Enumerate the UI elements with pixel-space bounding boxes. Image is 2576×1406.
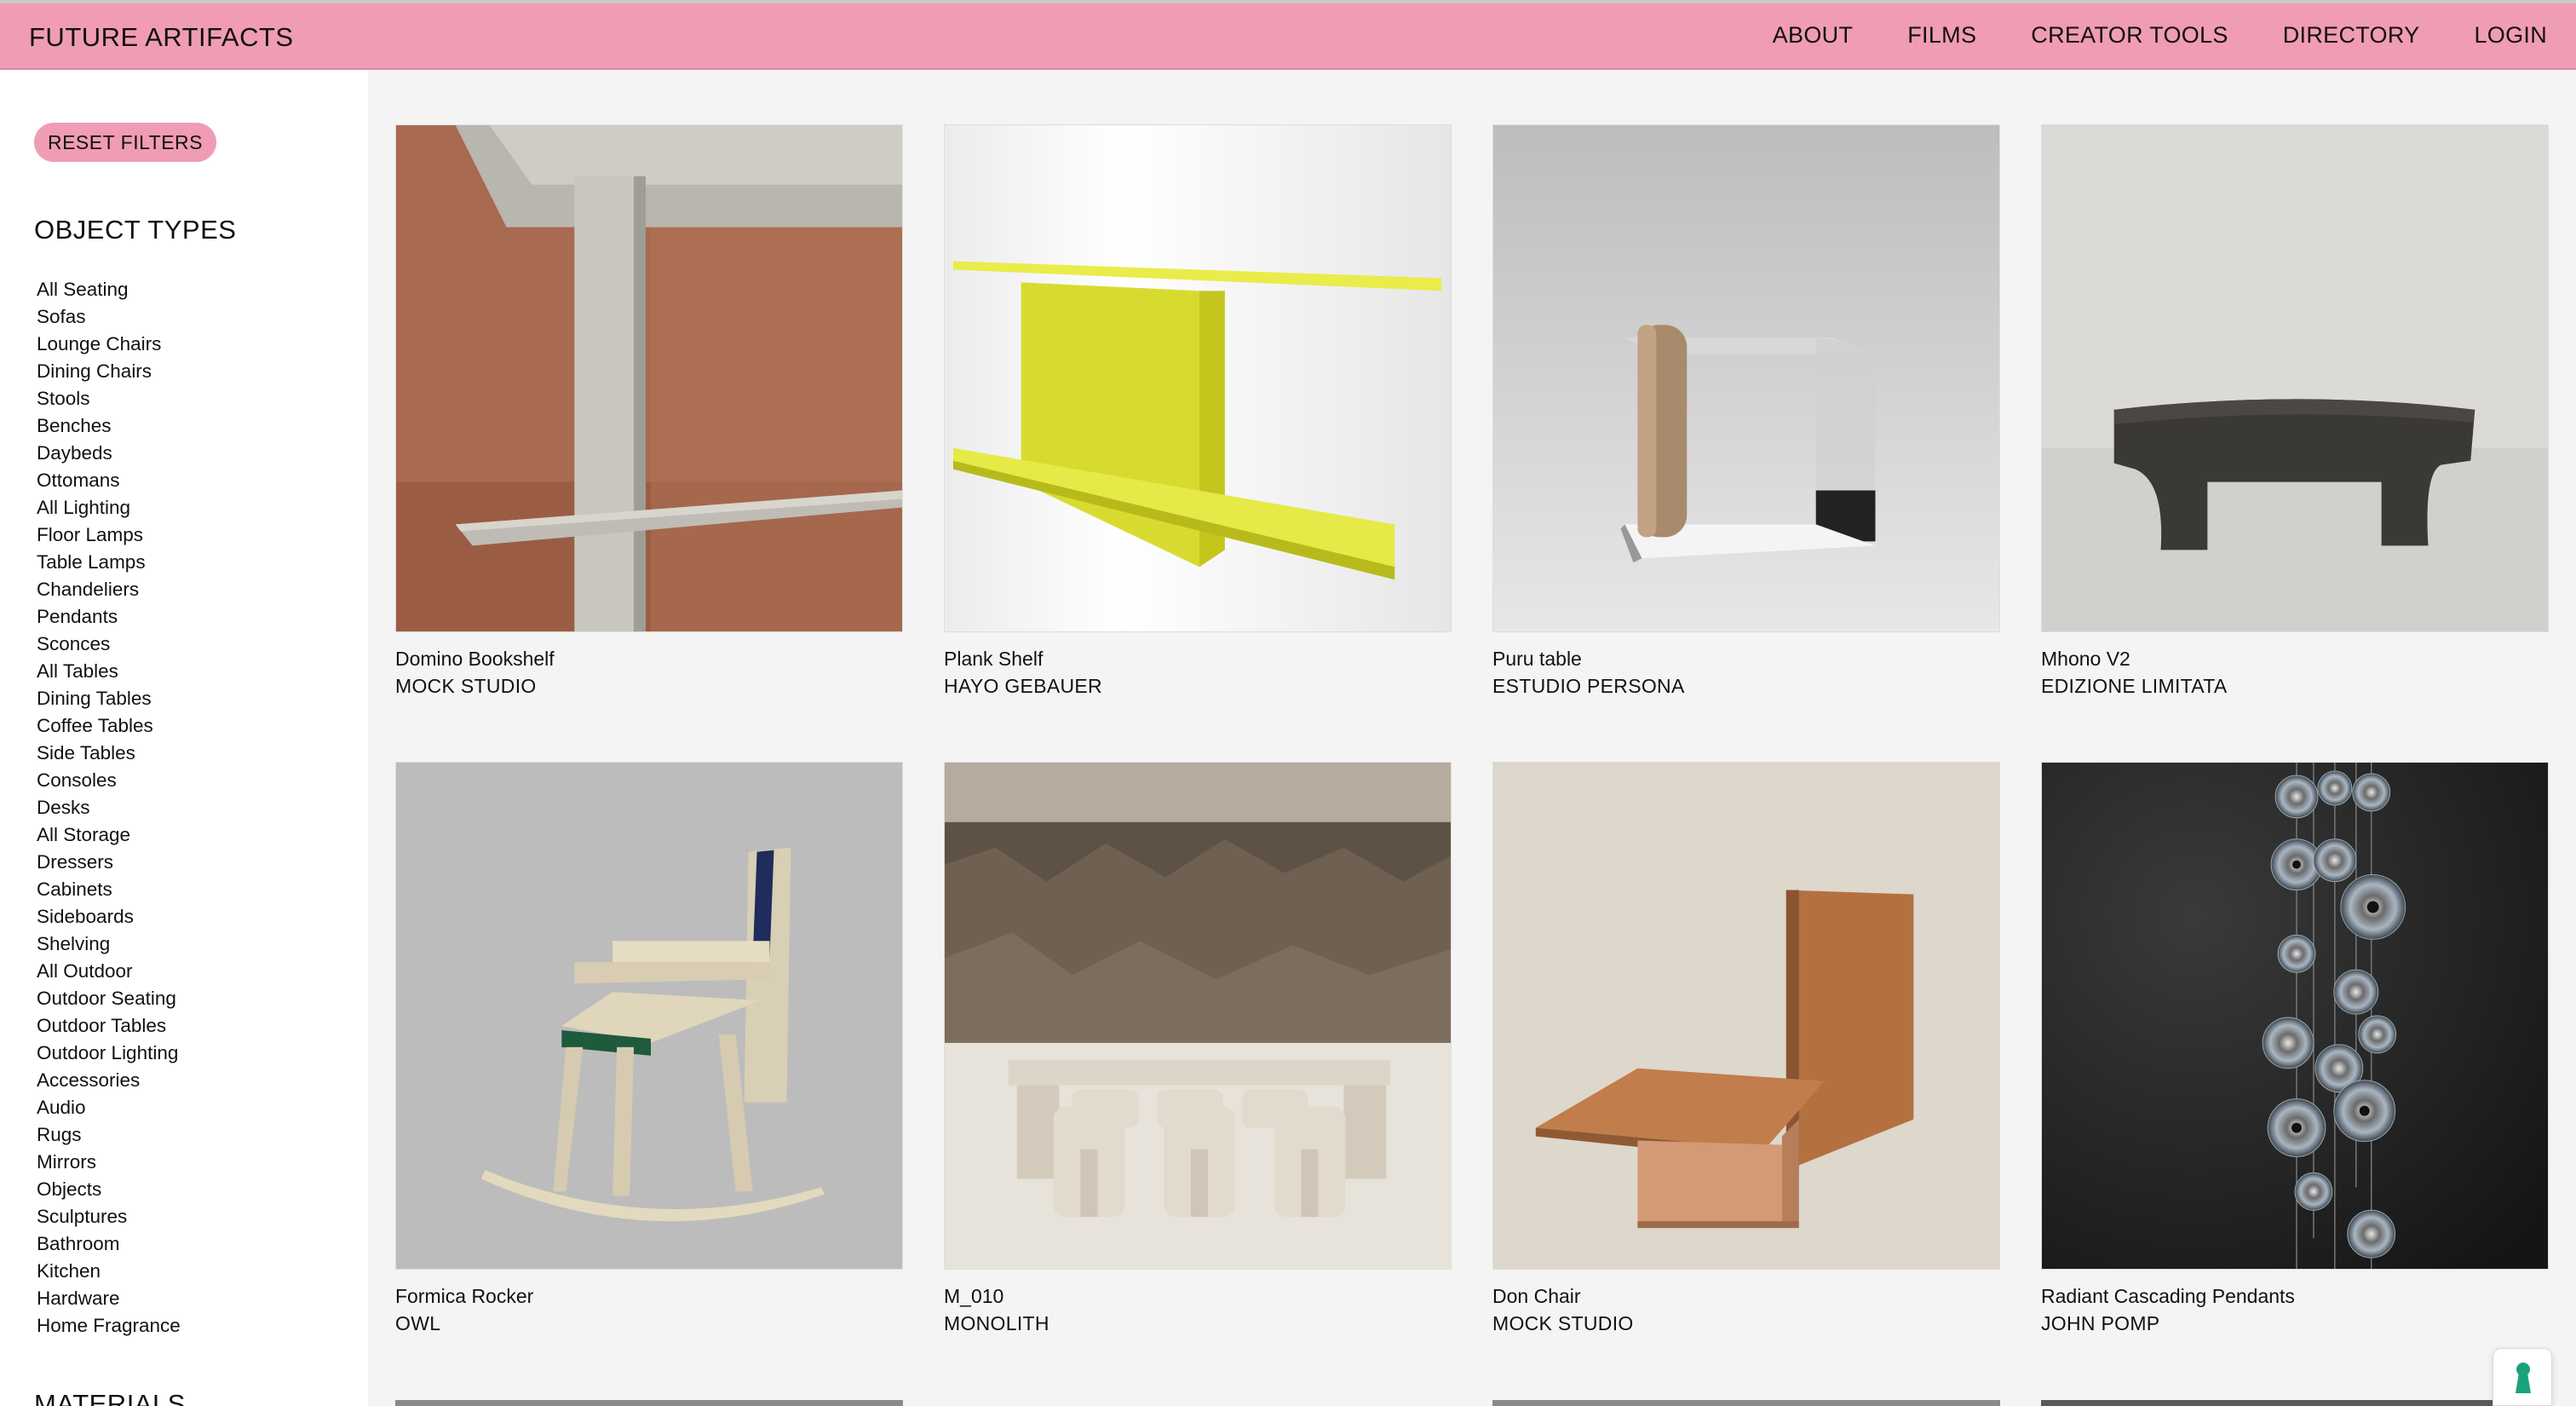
product-card[interactable]: Plank Shelf HAYO GEBAUER — [944, 124, 1452, 700]
page: FUTURE ARTIFACTS ABOUT FILMS CREATOR TOO… — [0, 0, 2576, 1406]
object-type-item[interactable]: Home Fragrance — [37, 1312, 181, 1340]
product-title[interactable]: Mhono V2 — [2041, 645, 2549, 672]
dark-wood-bench-image — [2042, 125, 2548, 631]
accessibility-widget-button[interactable] — [2493, 1348, 2552, 1406]
product-maker[interactable]: HAYO GEBAUER — [944, 672, 1452, 700]
object-type-item[interactable]: Daybeds — [37, 440, 181, 467]
product-image[interactable] — [2041, 762, 2549, 1270]
object-type-item[interactable]: Cabinets — [37, 876, 181, 903]
product-maker[interactable]: OWL — [395, 1310, 903, 1337]
product-card[interactable]: Domino Bookshelf MOCK STUDIO — [395, 124, 903, 700]
product-title[interactable]: Don Chair — [1492, 1282, 2000, 1310]
product-image[interactable] — [2041, 124, 2549, 632]
nav-directory[interactable]: DIRECTORY — [2283, 22, 2420, 49]
object-type-item[interactable]: Lounge Chairs — [37, 331, 181, 358]
product-image[interactable] — [395, 124, 903, 632]
product-card[interactable]: Mhono V2 EDIZIONE LIMITATA — [2041, 124, 2549, 700]
product-maker[interactable]: EDIZIONE LIMITATA — [2041, 672, 2549, 700]
object-type-item[interactable]: Bathroom — [37, 1230, 181, 1258]
object-type-item[interactable]: Side Tables — [37, 740, 181, 767]
object-type-item[interactable]: Floor Lamps — [37, 521, 181, 549]
object-type-item[interactable]: Chandeliers — [37, 576, 181, 603]
object-type-item[interactable]: All Tables — [37, 658, 181, 685]
glass-side-table-image — [1493, 125, 1999, 631]
product-title[interactable]: Plank Shelf — [944, 645, 1452, 672]
object-type-item[interactable]: Consoles — [37, 767, 181, 794]
object-type-item[interactable]: Kitchen — [37, 1258, 181, 1285]
product-maker[interactable]: MONOLITH — [944, 1310, 1452, 1337]
object-type-item[interactable]: All Outdoor — [37, 958, 181, 985]
materials-heading: MATERIALS — [34, 1389, 186, 1406]
site-logo[interactable]: FUTURE ARTIFACTS — [29, 22, 294, 53]
product-maker[interactable]: MOCK STUDIO — [1492, 1310, 2000, 1337]
object-type-item[interactable]: Stools — [37, 385, 181, 412]
object-type-item[interactable]: Outdoor Lighting — [37, 1040, 181, 1067]
object-types-list: All Seating Sofas Lounge Chairs Dining Chai… — [37, 276, 181, 1340]
product-image[interactable] — [395, 762, 903, 1270]
next-row-image-edge — [2041, 1400, 2549, 1406]
product-title[interactable]: Domino Bookshelf — [395, 645, 903, 672]
main-nav: ABOUT FILMS CREATOR TOOLS DIRECTORY LOGI… — [1718, 22, 2547, 49]
stone-dining-set-image — [945, 763, 1451, 1269]
object-type-item[interactable]: Coffee Tables — [37, 712, 181, 740]
product-maker[interactable]: JOHN POMP — [2041, 1310, 2549, 1337]
object-types-heading: OBJECT TYPES — [34, 215, 237, 245]
object-type-item[interactable]: Ottomans — [37, 467, 181, 494]
object-type-item[interactable]: Mirrors — [37, 1149, 181, 1176]
object-type-item[interactable]: Desks — [37, 794, 181, 821]
product-image[interactable] — [1492, 124, 2000, 632]
object-type-item[interactable]: Outdoor Seating — [37, 985, 181, 1012]
object-type-item[interactable]: Table Lamps — [37, 549, 181, 576]
object-type-item[interactable]: Hardware — [37, 1285, 181, 1312]
filter-sidebar: RESET FILTERS OBJECT TYPES All Seating So… — [0, 70, 368, 1406]
keyhole-icon — [2516, 1363, 2531, 1393]
wood-lounge-chair-image — [1493, 763, 1999, 1269]
product-card[interactable]: Puru table ESTUDIO PERSONA — [1492, 124, 2000, 700]
object-type-item[interactable]: Sofas — [37, 303, 181, 331]
object-type-item[interactable]: Objects — [37, 1176, 181, 1203]
object-type-item[interactable]: Sconces — [37, 631, 181, 658]
object-type-item[interactable]: All Seating — [37, 276, 181, 303]
object-type-item[interactable]: Shelving — [37, 931, 181, 958]
product-card[interactable]: Radiant Cascading Pendants JOHN POMP — [2041, 762, 2549, 1337]
product-card[interactable]: Formica Rocker OWL — [395, 762, 903, 1337]
next-row-image-edge — [395, 1400, 903, 1406]
aluminum-bookshelf-image — [396, 125, 902, 631]
product-title[interactable]: Formica Rocker — [395, 1282, 903, 1310]
product-title[interactable]: Radiant Cascading Pendants — [2041, 1282, 2549, 1310]
object-type-item[interactable]: Sideboards — [37, 903, 181, 931]
object-type-item[interactable]: All Lighting — [37, 494, 181, 521]
product-title[interactable]: Puru table — [1492, 645, 2000, 672]
nav-about[interactable]: ABOUT — [1773, 22, 1854, 49]
object-type-item[interactable]: Benches — [37, 412, 181, 440]
yellow-wall-shelf-image — [945, 125, 1451, 631]
next-row-image-edge — [1492, 1400, 2000, 1406]
object-type-item[interactable]: Sculptures — [37, 1203, 181, 1230]
object-type-item[interactable]: All Storage — [37, 821, 181, 849]
nav-creator-tools[interactable]: CREATOR TOOLS — [2031, 22, 2228, 49]
object-type-item[interactable]: Pendants — [37, 603, 181, 631]
product-image[interactable] — [944, 124, 1452, 632]
object-type-item[interactable]: Outdoor Tables — [37, 1012, 181, 1040]
object-type-item[interactable]: Rugs — [37, 1121, 181, 1149]
top-nav-bar: FUTURE ARTIFACTS ABOUT FILMS CREATOR TOO… — [0, 0, 2576, 70]
glass-disc-pendants-image — [2042, 763, 2548, 1269]
object-type-item[interactable]: Dressers — [37, 849, 181, 876]
object-type-item[interactable]: Dining Chairs — [37, 358, 181, 385]
product-card[interactable]: M_010 MONOLITH — [944, 762, 1452, 1337]
product-image[interactable] — [1492, 762, 2000, 1270]
nav-films[interactable]: FILMS — [1907, 22, 1976, 49]
object-type-item[interactable]: Accessories — [37, 1067, 181, 1094]
object-type-item[interactable]: Audio — [37, 1094, 181, 1121]
product-image[interactable] — [944, 762, 1452, 1270]
reset-filters-button[interactable]: RESET FILTERS — [34, 123, 216, 162]
object-type-item[interactable]: Dining Tables — [37, 685, 181, 712]
product-maker[interactable]: ESTUDIO PERSONA — [1492, 672, 2000, 700]
nav-login[interactable]: LOGIN — [2474, 22, 2547, 49]
product-card[interactable]: Don Chair MOCK STUDIO — [1492, 762, 2000, 1337]
product-title[interactable]: M_010 — [944, 1282, 1452, 1310]
product-maker[interactable]: MOCK STUDIO — [395, 672, 903, 700]
rocking-chair-image — [396, 763, 902, 1269]
